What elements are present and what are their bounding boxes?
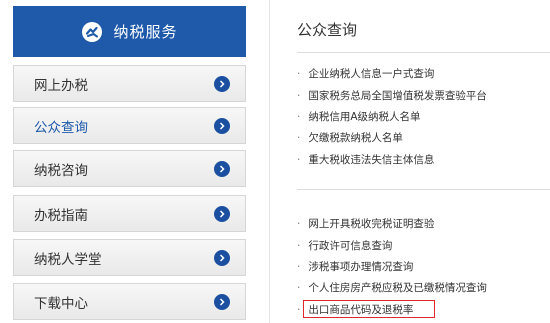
bullet: ·	[297, 111, 301, 123]
query-link[interactable]: · 国家税务总局全国增值税发票查验平台	[297, 88, 487, 103]
query-link-text: 网上开具税收完税证明查验	[308, 218, 435, 230]
chevron-right-circle-icon	[214, 117, 230, 134]
sidebar-item-taxpayer-school[interactable]: 纳税人学堂	[13, 239, 246, 276]
query-link[interactable]: · 欠缴税款纳税人名单	[297, 130, 403, 145]
query-link[interactable]: · 网上开具税收完税证明查验	[297, 216, 434, 231]
query-link-text: 行政许可信息查询	[308, 240, 393, 252]
main-content: 公众查询 · 企业纳税人信息一户式查询 · 国家税务总局全国增值税发票查验平台 · 纳…	[297, 0, 550, 323]
bullet: ·	[297, 218, 301, 230]
sidebar-item-label: 纳税人学堂	[34, 251, 102, 268]
query-link[interactable]: · 行政许可信息查询	[297, 238, 392, 253]
chevron-right-circle-icon	[214, 249, 230, 266]
bullet: ·	[297, 282, 301, 294]
sidebar-item-tax-consult[interactable]: 纳税咨询	[13, 150, 246, 187]
query-link[interactable]: · 涉税事项办理情况查询	[297, 259, 413, 274]
query-link-text: 国家税务总局全国增值税发票查验平台	[308, 90, 487, 102]
query-link-text: 涉税事项办理情况查询	[308, 261, 414, 273]
sidebar-item-public-query[interactable]: 公众查询	[13, 107, 246, 144]
sidebar-title: 纳税服务	[113, 23, 178, 41]
bullet: ·	[297, 261, 301, 273]
sidebar-header: 纳税服务	[13, 6, 246, 57]
query-link-text: 个人住房房产税应税及已缴税情况查询	[308, 282, 487, 294]
sidebar-item-label: 下载中心	[34, 295, 88, 312]
query-link[interactable]: · 企业纳税人信息一户式查询	[297, 66, 434, 81]
bullet: ·	[297, 68, 301, 80]
query-link[interactable]: · 纳税信用A级纳税人名单	[297, 109, 421, 124]
query-link[interactable]: · 个人住房房产税应税及已缴税情况查询	[297, 280, 487, 295]
chevron-right-circle-icon	[214, 75, 230, 92]
query-link-text: 欠缴税款纳税人名单	[308, 132, 403, 144]
query-link[interactable]: · 重大税收违法失信主体信息	[297, 152, 434, 167]
sidebar-item-download-center[interactable]: 下载中心	[13, 283, 246, 320]
sidebar: 纳税服务 网上办税 公众查询 纳税咨询 办税指南 纳税人学堂 下载中心	[13, 6, 246, 320]
chevron-right-circle-icon	[214, 160, 230, 177]
chevron-right-circle-icon	[214, 293, 230, 310]
bullet: ·	[297, 304, 301, 316]
sidebar-item-label: 公众查询	[34, 119, 88, 136]
bullet: ·	[297, 240, 301, 252]
highlight-box	[303, 300, 435, 318]
section-divider	[297, 189, 550, 190]
bullet: ·	[297, 132, 301, 144]
sidebar-item-label: 纳税咨询	[34, 162, 88, 179]
query-link-text: 重大税收违法失信主体信息	[308, 154, 435, 166]
tax-service-logo-icon	[82, 21, 103, 42]
sidebar-item-online-tax[interactable]: 网上办税	[13, 65, 246, 102]
query-link-text: 企业纳税人信息一户式查询	[308, 68, 435, 80]
sidebar-item-label: 网上办税	[34, 77, 88, 94]
page-title: 公众查询	[297, 21, 358, 39]
bullet: ·	[297, 154, 301, 166]
sidebar-item-tax-guide[interactable]: 办税指南	[13, 195, 246, 232]
vertical-divider	[269, 0, 270, 323]
title-underline	[297, 52, 550, 53]
chevron-right-circle-icon	[214, 205, 230, 222]
query-link-text: 纳税信用A级纳税人名单	[308, 111, 421, 123]
sidebar-item-label: 办税指南	[34, 207, 88, 224]
bullet: ·	[297, 90, 301, 102]
